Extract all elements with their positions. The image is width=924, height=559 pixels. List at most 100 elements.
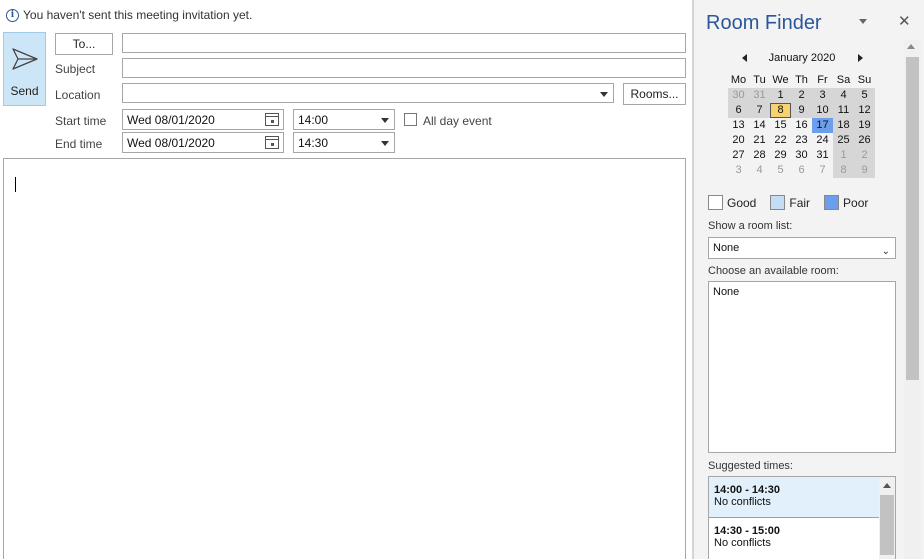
rooms-button[interactable]: Rooms... [623, 83, 686, 105]
room-finder-pane: Room Finder ✕ January 2020 Mo Tu We Th Fr Sa S… [694, 0, 924, 559]
start-time-select[interactable]: 14:00 [293, 109, 395, 130]
legend-swatch [824, 195, 840, 210]
calendar-day[interactable]: 4 [833, 88, 854, 103]
suggested-time-range: 14:00 - 14:30 [714, 484, 781, 496]
info-icon: i [6, 8, 19, 22]
scroll-up-icon[interactable] [883, 483, 891, 488]
weekday-header: We [772, 74, 789, 86]
to-field[interactable] [122, 33, 686, 53]
calendar-days: 30 31 1 2 3 4 5 6 7 8 9 10 11 12 13 14 15 16 17 18 19 20 21 22 2… [728, 88, 876, 178]
scrollbar-thumb[interactable] [880, 495, 894, 555]
subject-label: Subject [55, 62, 96, 76]
chevron-down-icon[interactable]: ⌄ [882, 242, 890, 262]
calendar-day[interactable]: 6 [791, 163, 812, 178]
calendar-icon[interactable] [265, 136, 279, 149]
calendar-day[interactable]: 8 [833, 163, 854, 178]
legend-label: Poor [843, 195, 869, 210]
calendar-day[interactable]: 20 [728, 133, 749, 148]
chevron-down-icon[interactable] [381, 118, 389, 123]
calendar-day[interactable]: 13 [728, 118, 749, 133]
scrollbar-thumb[interactable] [906, 57, 919, 380]
calendar-day[interactable]: 30 [728, 88, 749, 103]
location-field[interactable] [122, 83, 614, 103]
calendar-day[interactable]: 31 [749, 88, 770, 103]
available-room-value[interactable]: None [713, 286, 739, 298]
suggested-time-status: No conflicts [714, 496, 771, 508]
send-icon [11, 47, 39, 74]
calendar-day[interactable]: 6 [728, 103, 749, 118]
calendar-weekday-header: Mo Tu We Th Fr Sa Su [728, 72, 876, 88]
calendar-day[interactable]: 1 [833, 148, 854, 163]
send-button[interactable]: Send [3, 32, 46, 106]
scroll-up-icon[interactable] [907, 44, 915, 49]
subject-field[interactable] [122, 58, 686, 78]
calendar-day[interactable]: 19 [854, 118, 875, 133]
suggested-time-item[interactable]: 14:30 - 15:00 No conflicts [709, 518, 879, 559]
calendar-day[interactable]: 22 [770, 133, 791, 148]
calendar-day[interactable]: 12 [854, 103, 875, 118]
calendar-day[interactable]: 26 [854, 133, 875, 148]
calendar-day[interactable]: 7 [812, 163, 833, 178]
calendar-day[interactable]: 30 [791, 148, 812, 163]
room-list-select[interactable]: None ⌄ [708, 237, 896, 259]
chevron-down-icon[interactable] [381, 141, 389, 146]
message-body[interactable] [3, 158, 686, 559]
calendar-day[interactable]: 21 [749, 133, 770, 148]
all-day-checkbox[interactable] [404, 113, 417, 126]
calendar-day[interactable]: 18 [833, 118, 854, 133]
pane-options-icon[interactable] [859, 19, 867, 24]
calendar-day[interactable]: 8 [770, 103, 791, 118]
calendar-day[interactable]: 17 [812, 118, 833, 133]
next-month-icon[interactable] [858, 54, 863, 62]
previous-month-icon[interactable] [742, 54, 747, 62]
calendar-day[interactable]: 5 [854, 88, 875, 103]
close-icon[interactable]: ✕ [898, 12, 911, 30]
end-date-value: Wed 08/01/2020 [127, 135, 215, 150]
calendar-icon[interactable] [265, 113, 279, 126]
calendar-day[interactable]: 25 [833, 133, 854, 148]
available-room-list[interactable]: None [708, 281, 896, 453]
calendar-day[interactable]: 10 [812, 103, 833, 118]
end-time-select[interactable]: 14:30 [293, 132, 395, 153]
availability-legend: Good Fair Poor [708, 195, 908, 210]
calendar-day[interactable]: 29 [770, 148, 791, 163]
calendar-day[interactable]: 5 [770, 163, 791, 178]
chevron-down-icon[interactable] [600, 92, 608, 97]
available-room-label: Choose an available room: [708, 265, 839, 277]
calendar-day[interactable]: 7 [749, 103, 770, 118]
calendar-day[interactable]: 3 [812, 88, 833, 103]
calendar-day[interactable]: 16 [791, 118, 812, 133]
suggested-time-status: No conflicts [714, 537, 771, 549]
end-date-field[interactable]: Wed 08/01/2020 [122, 132, 284, 153]
calendar-day[interactable]: 1 [770, 88, 791, 103]
calendar-day[interactable]: 4 [749, 163, 770, 178]
calendar-day[interactable]: 9 [854, 163, 875, 178]
weekday-header: Tu [753, 74, 766, 86]
all-day-label: All day event [423, 114, 492, 128]
mini-calendar: Mo Tu We Th Fr Sa Su 30 31 1 2 3 4 5 6 7 8 9 10 11 12 13 14 15… [728, 72, 876, 178]
start-date-field[interactable]: Wed 08/01/2020 [122, 109, 284, 130]
calendar-day[interactable]: 3 [728, 163, 749, 178]
suggested-time-range: 14:30 - 15:00 [714, 525, 781, 537]
end-time-label: End time [55, 137, 103, 151]
calendar-day[interactable]: 15 [770, 118, 791, 133]
weekday-header: Fr [817, 74, 828, 86]
to-button[interactable]: To... [55, 33, 113, 55]
calendar-day[interactable]: 24 [812, 133, 833, 148]
start-time-value: 14:00 [298, 112, 329, 127]
calendar-day[interactable]: 27 [728, 148, 749, 163]
calendar-day[interactable]: 2 [791, 88, 812, 103]
info-message: You haven't sent this meeting invitation… [23, 8, 253, 22]
calendar-day[interactable]: 11 [833, 103, 854, 118]
calendar-day[interactable]: 28 [749, 148, 770, 163]
calendar-day[interactable]: 2 [854, 148, 875, 163]
start-date-value: Wed 08/01/2020 [127, 112, 215, 127]
calendar-day[interactable]: 9 [791, 103, 812, 118]
suggested-times-list: 14:00 - 14:30 No conflicts 14:30 - 15:00… [708, 476, 896, 559]
calendar-day[interactable]: 23 [791, 133, 812, 148]
calendar-day[interactable]: 31 [812, 148, 833, 163]
calendar-day[interactable]: 14 [749, 118, 770, 133]
weekday-header: Th [795, 74, 808, 86]
suggested-time-item[interactable]: 14:00 - 14:30 No conflicts [709, 477, 879, 518]
calendar-week-row: 30 31 1 2 3 4 5 [728, 88, 876, 103]
